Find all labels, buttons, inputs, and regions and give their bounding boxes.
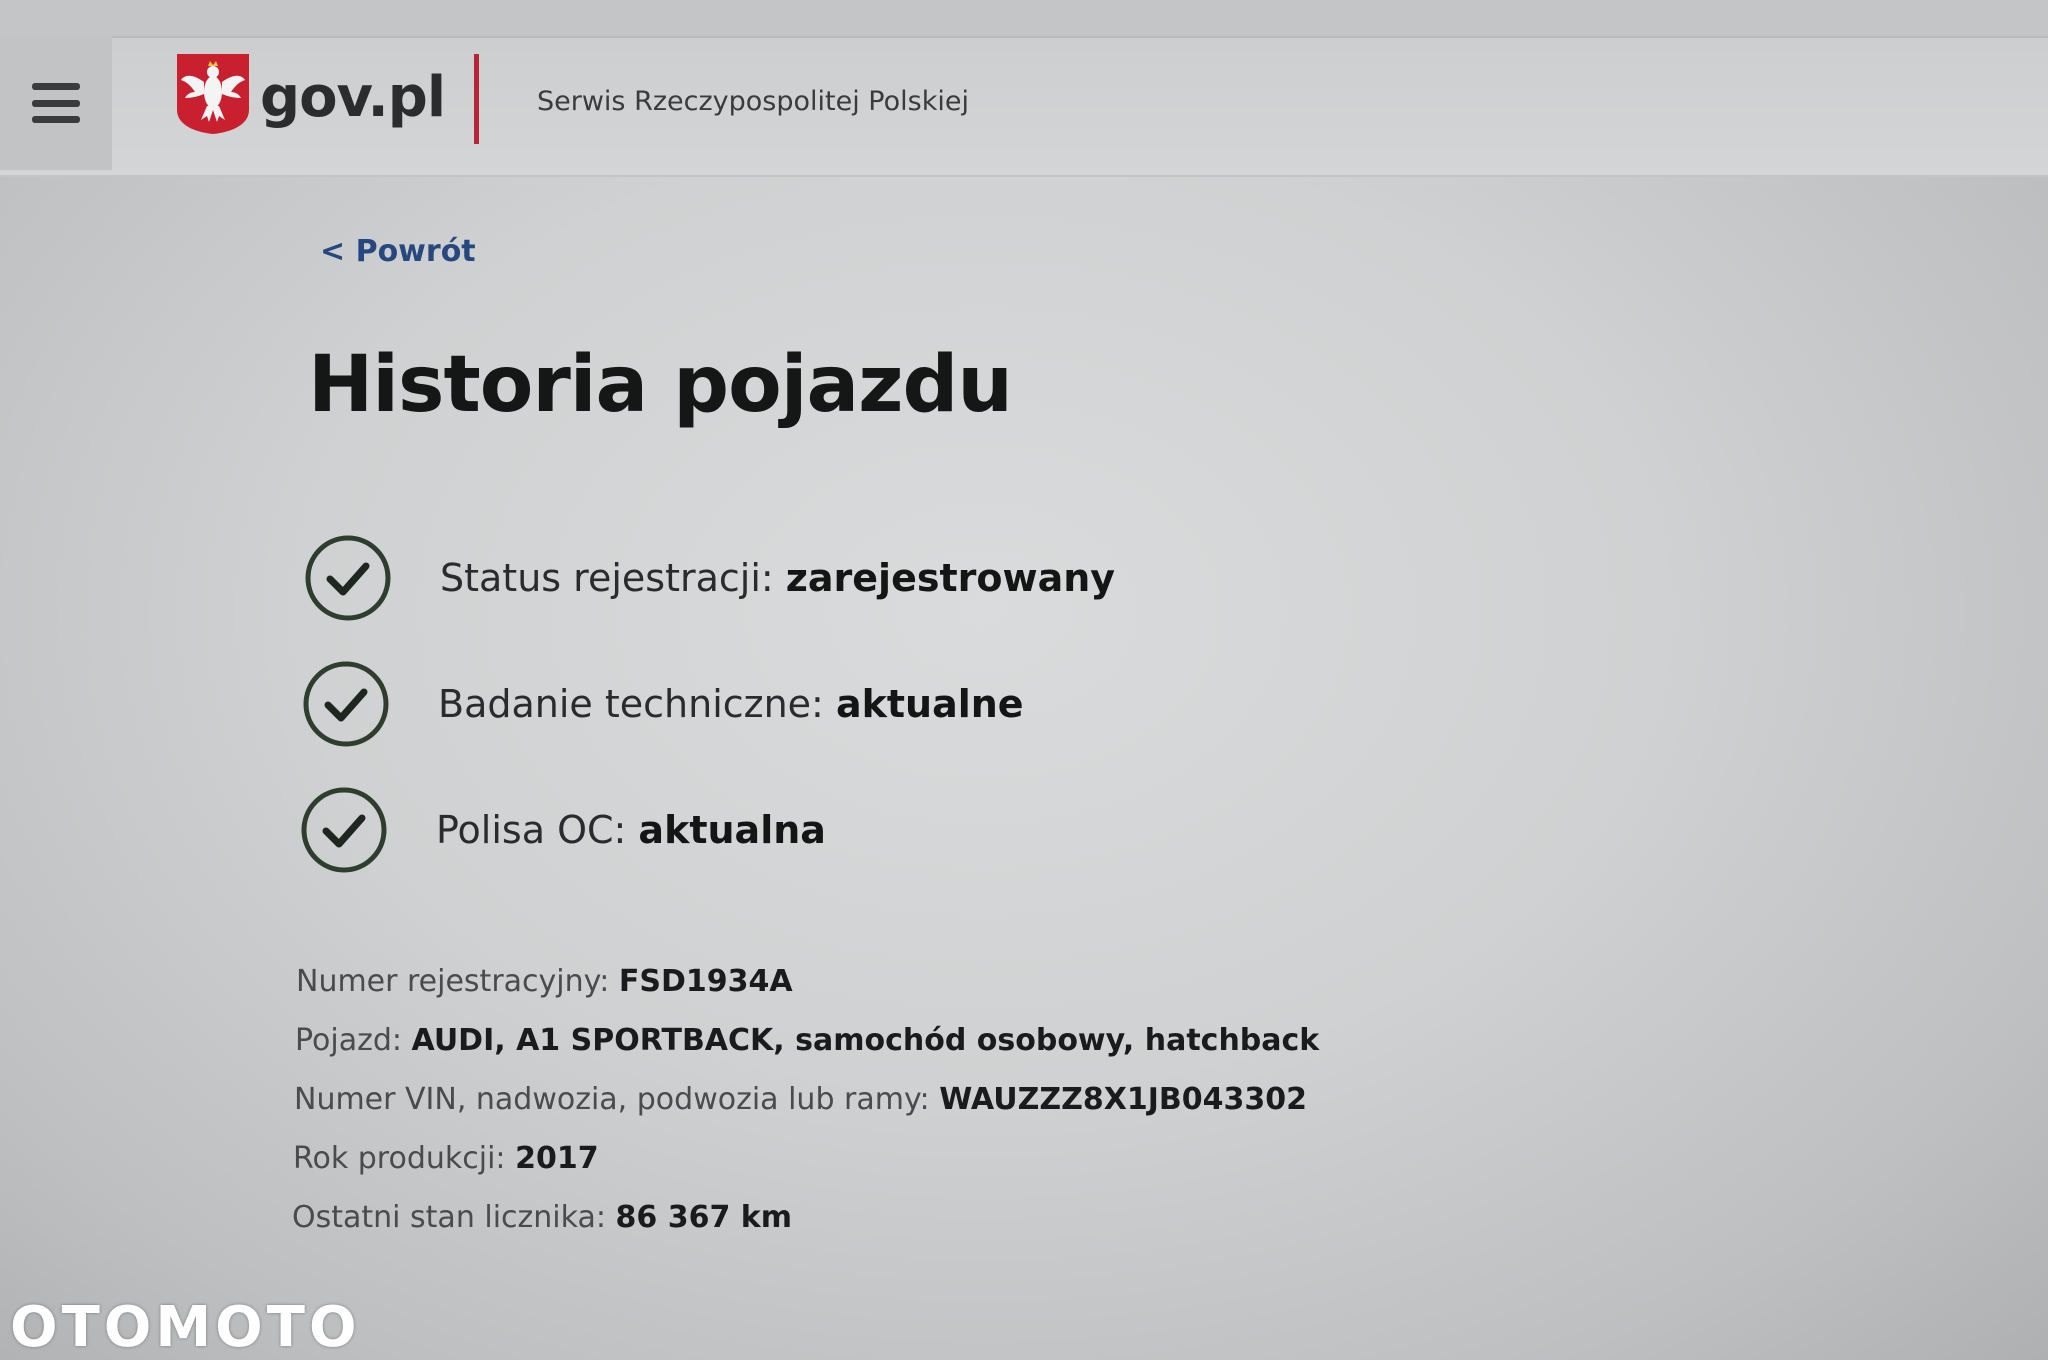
status-value: aktualna bbox=[638, 808, 826, 852]
site-header: gov.pl Serwis Rzeczypospolitej Polskiej bbox=[0, 0, 2048, 177]
detail-vehicle: Pojazd: AUDI, A1 SPORTBACK, samochód oso… bbox=[295, 1021, 1319, 1061]
detail-production-year: Rok produkcji: 2017 bbox=[293, 1139, 599, 1179]
page-title: Historia pojazdu bbox=[308, 340, 1013, 430]
site-subtitle: Serwis Rzeczypospolitej Polskiej bbox=[537, 86, 969, 117]
detail-label: Pojazd: bbox=[295, 1023, 412, 1058]
gov-pl-logo[interactable]: gov.pl bbox=[260, 60, 446, 136]
status-label: Badanie techniczne: bbox=[438, 682, 836, 726]
detail-label: Ostatni stan licznika: bbox=[292, 1200, 616, 1235]
detail-registration-number: Numer rejestracyjny: FSD1934A bbox=[296, 962, 793, 1002]
detail-value: AUDI, A1 SPORTBACK, samochód osobowy, ha… bbox=[411, 1023, 1320, 1058]
status-item-insurance: Polisa OC: aktualna bbox=[300, 786, 826, 874]
status-label: Status rejestracji: bbox=[440, 556, 786, 600]
menu-button[interactable] bbox=[0, 36, 112, 170]
status-text: Status rejestracji: zarejestrowany bbox=[440, 553, 1115, 603]
status-value: zarejestrowany bbox=[785, 556, 1116, 600]
detail-odometer: Ostatni stan licznika: 86 367 km bbox=[292, 1198, 792, 1238]
status-text: Polisa OC: aktualna bbox=[436, 805, 826, 855]
status-item-registration: Status rejestracji: zarejestrowany bbox=[304, 534, 1115, 622]
browser-top-strip bbox=[0, 0, 2048, 38]
check-circle-icon bbox=[305, 535, 391, 621]
detail-label: Numer VIN, nadwozia, podwozia lub ramy: bbox=[294, 1082, 940, 1117]
status-label: Polisa OC: bbox=[436, 808, 639, 852]
check-circle-icon bbox=[301, 787, 387, 873]
detail-label: Numer rejestracyjny: bbox=[296, 964, 619, 999]
status-item-inspection: Badanie techniczne: aktualne bbox=[302, 660, 1024, 748]
detail-value: 2017 bbox=[515, 1141, 599, 1176]
otomoto-watermark: OTOMOTO bbox=[10, 1295, 361, 1360]
check-circle-icon bbox=[303, 661, 389, 747]
status-text: Badanie techniczne: aktualne bbox=[438, 679, 1024, 729]
logo-divider bbox=[474, 54, 479, 144]
polish-eagle-emblem-icon bbox=[177, 54, 249, 134]
back-link[interactable]: < Powrót bbox=[320, 232, 476, 272]
detail-value: 86 367 km bbox=[615, 1200, 792, 1235]
status-value: aktualne bbox=[835, 682, 1024, 726]
detail-value: FSD1934A bbox=[618, 964, 793, 999]
detail-vin: Numer VIN, nadwozia, podwozia lub ramy: … bbox=[294, 1080, 1307, 1120]
detail-value: WAUZZZ8X1JB043302 bbox=[939, 1082, 1307, 1117]
hamburger-menu-icon bbox=[32, 83, 80, 123]
detail-label: Rok produkcji: bbox=[293, 1141, 516, 1176]
